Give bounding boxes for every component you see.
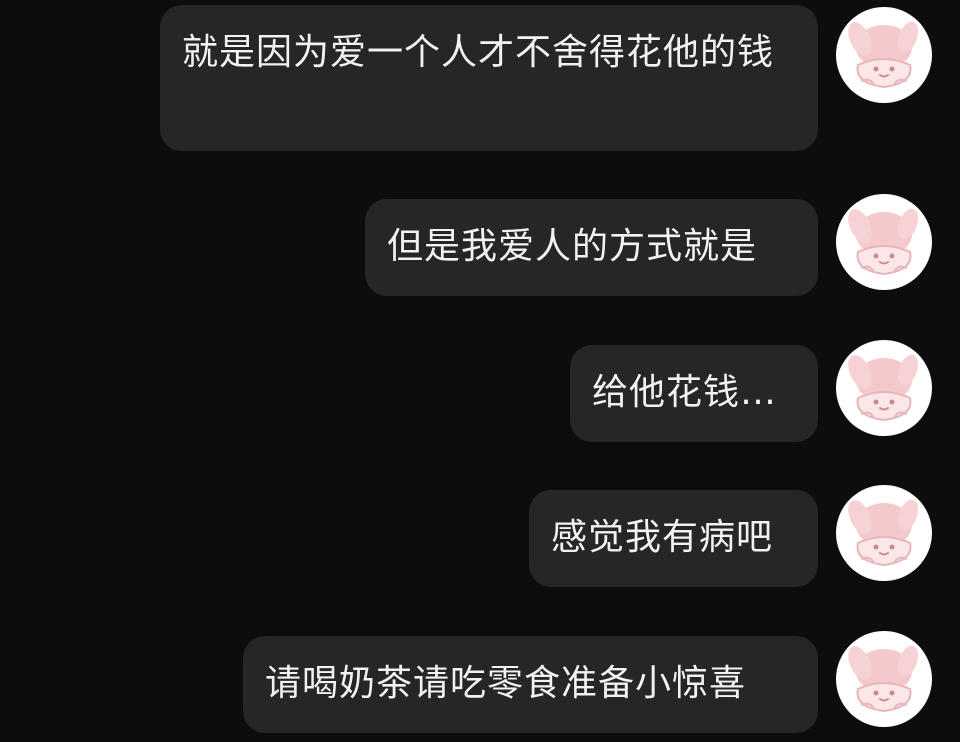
- bunny-avatar-icon: [848, 21, 919, 89]
- avatar[interactable]: [836, 340, 932, 436]
- message-row: 请喝奶茶请吃零食准备小惊喜: [243, 631, 932, 733]
- avatar[interactable]: [836, 7, 932, 103]
- avatar[interactable]: [836, 194, 932, 290]
- message-row: 给他花钱…: [570, 340, 932, 442]
- message-text: 感觉我有病吧: [551, 517, 774, 558]
- message-text: 给他花钱…: [592, 372, 778, 413]
- bunny-avatar-icon: [848, 499, 919, 567]
- message-row: 就是因为爱一个人才不舍得花他的钱: [160, 5, 932, 151]
- bunny-avatar-icon: [848, 208, 919, 276]
- avatar[interactable]: [836, 485, 932, 581]
- message-text: 就是因为爱一个人才不舍得花他的钱: [182, 32, 775, 73]
- message-bubble[interactable]: 就是因为爱一个人才不舍得花他的钱: [160, 5, 818, 151]
- message-bubble[interactable]: 请喝奶茶请吃零食准备小惊喜: [243, 636, 818, 733]
- bunny-avatar-icon: [848, 645, 919, 713]
- bunny-avatar-icon: [848, 354, 919, 422]
- message-text: 请喝奶茶请吃零食准备小惊喜: [265, 663, 747, 704]
- message-bubble[interactable]: 给他花钱…: [570, 345, 818, 442]
- message-row: 感觉我有病吧: [529, 485, 932, 587]
- message-bubble[interactable]: 但是我爱人的方式就是: [365, 199, 818, 296]
- avatar[interactable]: [836, 631, 932, 727]
- message-text: 但是我爱人的方式就是: [387, 226, 758, 267]
- chat-thread: 就是因为爱一个人才不舍得花他的钱 但是我爱人的方式就是 给他花钱… 感觉我有病吧…: [0, 0, 960, 742]
- message-row: 但是我爱人的方式就是: [365, 194, 932, 296]
- message-bubble[interactable]: 感觉我有病吧: [529, 490, 818, 587]
